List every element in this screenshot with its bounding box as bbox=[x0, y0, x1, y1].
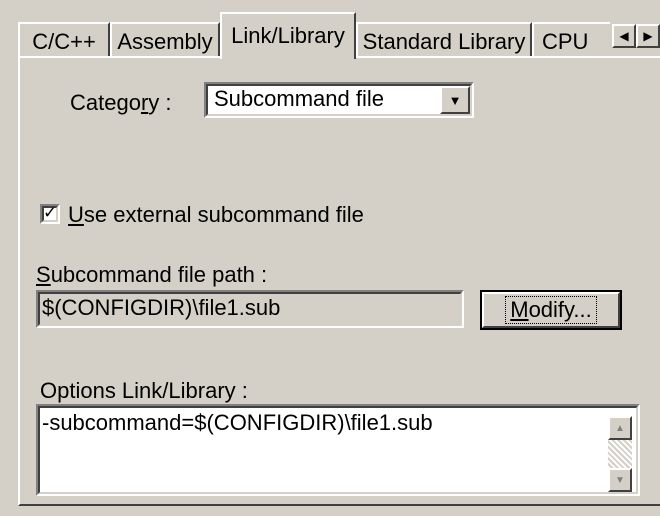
tab-link-library-label: Link/Library bbox=[231, 23, 345, 48]
tab-cpp-label: C/C++ bbox=[32, 29, 96, 54]
checkmark-icon: ✓ bbox=[43, 203, 58, 222]
options-scrollbar[interactable]: ▲ ▼ bbox=[608, 416, 632, 492]
tab-scroll-right-button[interactable]: ▶ bbox=[636, 24, 660, 48]
tab-cpp[interactable]: C/C++ bbox=[18, 22, 110, 57]
tab-cpu[interactable]: CPU bbox=[532, 22, 610, 57]
tab-assembly-label: Assembly bbox=[117, 29, 213, 54]
tab-assembly[interactable]: Assembly bbox=[110, 22, 220, 57]
tab-scroll-left-button[interactable]: ◀ bbox=[612, 24, 636, 48]
modify-mnemonic: M bbox=[510, 297, 529, 322]
use-external-label-text: se external subcommand file bbox=[83, 202, 364, 227]
scroll-up-icon: ▲ bbox=[615, 422, 625, 434]
category-dropdown-button[interactable]: ▼ bbox=[440, 86, 470, 114]
subcommand-path-label: Subcommand file path : bbox=[36, 262, 267, 288]
category-select-value: Subcommand file bbox=[214, 86, 384, 111]
tab-standard-library[interactable]: Standard Library bbox=[356, 22, 532, 57]
scroll-up-button[interactable]: ▲ bbox=[608, 416, 632, 440]
arrow-right-icon: ▶ bbox=[643, 29, 653, 43]
category-label-text: Catego bbox=[70, 90, 141, 115]
category-select[interactable]: Subcommand file ▼ bbox=[204, 82, 474, 118]
tab-link-library[interactable]: Link/Library bbox=[220, 12, 356, 59]
subcommand-path-value: $(CONFIGDIR)\file1.sub bbox=[42, 295, 281, 320]
scroll-down-button[interactable]: ▼ bbox=[608, 468, 632, 492]
subcommand-path-mnemonic: S bbox=[36, 262, 51, 287]
use-external-checkbox[interactable]: ✓ bbox=[40, 203, 60, 224]
scroll-track[interactable] bbox=[608, 440, 632, 468]
tab-standard-library-label: Standard Library bbox=[362, 29, 526, 54]
options-label: Options Link/Library : bbox=[40, 378, 248, 403]
tab-cpu-label: CPU bbox=[542, 29, 589, 54]
options-textarea[interactable]: -subcommand=$(CONFIGDIR)\file1.sub ▲ ▼ bbox=[36, 404, 640, 496]
arrow-left-icon: ◀ bbox=[619, 29, 629, 43]
options-value: -subcommand=$(CONFIGDIR)\file1.sub bbox=[42, 410, 433, 435]
category-label: Category : bbox=[70, 90, 172, 116]
modify-button-face: Modify... bbox=[482, 292, 620, 328]
chevron-down-icon: ▼ bbox=[448, 92, 462, 108]
scroll-down-icon: ▼ bbox=[615, 474, 625, 486]
modify-label-text: odify... bbox=[528, 297, 592, 322]
subcommand-path-field[interactable]: $(CONFIGDIR)\file1.sub bbox=[36, 290, 464, 328]
use-external-mnemonic: U bbox=[68, 202, 84, 227]
modify-button-label: Modify... bbox=[505, 296, 597, 324]
use-external-label[interactable]: Use external subcommand file bbox=[68, 202, 364, 228]
subcommand-path-label-text: ubcommand file path : bbox=[50, 262, 268, 287]
category-label-suffix: y : bbox=[148, 90, 172, 115]
modify-button[interactable]: Modify... bbox=[480, 290, 622, 330]
